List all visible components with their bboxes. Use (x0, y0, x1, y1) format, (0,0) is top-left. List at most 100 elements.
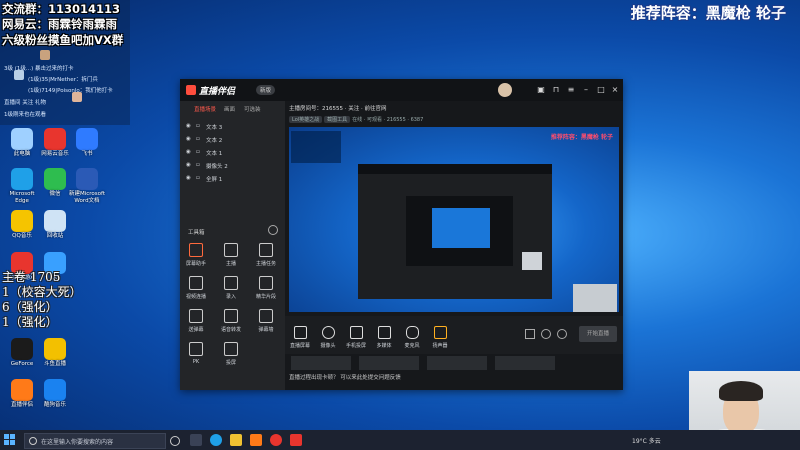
tool-highlights[interactable]: 精华片段 (253, 276, 279, 300)
file-explorer-icon[interactable] (230, 434, 242, 446)
live-companion-window[interactable]: 直播伴侣 新版 ▣ ⊓ ≡ – □ × 直播场景 画面 可选装 ◉ ▫ 文本 3 ◉… (180, 79, 623, 390)
lock-icon[interactable]: ▫ (196, 123, 200, 129)
app-icon (11, 168, 33, 190)
netease-game-taskbar-icon[interactable] (290, 434, 302, 446)
weather-status[interactable]: 19°C 多云 (632, 436, 661, 445)
desktop-icon[interactable]: 酷狗音乐 (36, 379, 74, 409)
app-icon (11, 210, 33, 232)
desktop-icon[interactable]: 飞书 (68, 128, 106, 158)
webcam-hair (719, 381, 763, 401)
eye-icon[interactable]: ◉ (186, 175, 191, 181)
screen-capture-button[interactable]: 直播屏幕 (285, 326, 315, 349)
user-avatar[interactable] (498, 83, 512, 97)
lock-icon[interactable]: ⊓ (551, 85, 561, 95)
avatar (14, 70, 24, 80)
app-icon (11, 379, 33, 401)
nested-webcam (522, 252, 542, 270)
side-line: 主卷 1705 (2, 270, 61, 284)
feedback-notice[interactable]: 直播过程出现卡顿？ 可以来此处提交问题反馈 (289, 373, 401, 381)
eye-icon[interactable]: ◉ (186, 149, 191, 155)
tab-scenes[interactable]: 直播场景 (194, 105, 216, 113)
edge-icon[interactable] (210, 434, 222, 446)
tool-screen-assistant[interactable]: 屏幕助手 (183, 243, 209, 267)
desktop-icon[interactable]: 斗鱼直播 (36, 338, 74, 368)
cortana-icon[interactable] (170, 436, 180, 446)
app-icon (76, 128, 98, 150)
lock-icon[interactable]: ▫ (196, 136, 200, 142)
eye-icon[interactable]: ◉ (186, 136, 191, 142)
window-titlebar[interactable]: 直播伴侣 新版 ▣ ⊓ ≡ – □ × (180, 79, 623, 101)
tool-record[interactable]: 录入 (218, 276, 244, 300)
desktop-icon[interactable]: 回收站 (36, 210, 74, 240)
tool-danmaku[interactable]: 送弹幕 (183, 309, 209, 333)
start-live-button[interactable]: 开始直播 (579, 326, 617, 342)
eye-icon[interactable]: ◉ (186, 123, 191, 129)
chat-message: 直播间 关注 礼物 (4, 100, 46, 106)
lock-icon[interactable]: ▫ (196, 162, 200, 168)
thumbnail-strip (291, 356, 351, 370)
tool-pk[interactable]: PK (183, 342, 209, 365)
thumbnail-strip (495, 356, 555, 370)
desktop-icon[interactable]: 新建Microsoft Word文档 (68, 168, 106, 205)
side-overlay-text: 主卷 1705 1（校容大死） 6（强化） 1（强化） (2, 270, 82, 330)
speaker-button[interactable]: 扬声器 (425, 326, 455, 349)
scene-item[interactable]: ◉ ▫ 文本 1 (184, 147, 279, 158)
minimize-icon[interactable]: – (581, 85, 591, 95)
version-badge: 新版 (256, 85, 276, 95)
search-placeholder: 在这里输入你要搜索的内容 (41, 439, 114, 446)
category-tag[interactable]: Lol英雄之战 (289, 116, 323, 123)
side-line: 6（强化） (2, 300, 58, 314)
video-icon (189, 276, 203, 290)
netease-music-taskbar-icon[interactable] (270, 434, 282, 446)
stream-preview[interactable]: 推荐阵容：黑魔枪 轮子 (289, 127, 619, 312)
lock-icon[interactable]: ▫ (196, 175, 200, 181)
taskbar: 在这里输入你要搜索的内容 19°C 多云 (0, 430, 800, 450)
scene-item[interactable]: ◉ ▫ 摄像头 2 (184, 160, 279, 171)
tool-danmaku-wall[interactable]: 弹幕墙 (253, 309, 279, 333)
microphone-button[interactable]: 麦克风 (397, 326, 427, 349)
fan-group-text: 六级粉丝摸鱼吧加VX群 (2, 33, 124, 47)
settings-icon[interactable] (268, 225, 278, 235)
gift-icon[interactable]: ▣ (536, 85, 546, 95)
maximize-icon[interactable]: □ (596, 85, 606, 95)
timer-icon[interactable] (541, 329, 551, 339)
app-icon (44, 128, 66, 150)
app-icon (44, 210, 66, 232)
scene-item[interactable]: ◉ ▫ 文本 3 (184, 121, 279, 132)
scene-item[interactable]: ◉ ▫ 文本 2 (184, 134, 279, 145)
phone-cast-button[interactable]: 手机投屏 (341, 326, 371, 349)
app-logo: 直播伴侣 (186, 84, 235, 97)
camera-button[interactable]: 摄像头 (313, 326, 343, 349)
tool-anchor[interactable]: 主播 (218, 243, 244, 267)
close-icon[interactable]: × (610, 85, 620, 95)
eye-icon[interactable]: ◉ (186, 162, 191, 168)
tab-optional[interactable]: 可选装 (244, 105, 261, 113)
live-main-area: 主播房间号：216555 · 关注 · 前往官网 Lol英雄之战 截图工具 在线 ·… (285, 101, 623, 390)
media-button[interactable]: 多媒体 (369, 326, 399, 349)
taskbar-search-input[interactable]: 在这里输入你要搜索的内容 (24, 433, 166, 449)
tool-cast[interactable]: 投屏 (218, 342, 244, 366)
live-companion-taskbar-icon[interactable] (250, 434, 262, 446)
camera-icon (321, 326, 335, 339)
tool-tasks[interactable]: 主播任务 (253, 243, 279, 267)
avatar (40, 50, 50, 60)
download-icon (224, 276, 238, 290)
record-icon[interactable] (525, 329, 535, 339)
tool-video[interactable]: 视频连播 (183, 276, 209, 300)
chat-message: 1级刚来也在观看 (4, 112, 46, 118)
menu-icon[interactable]: ≡ (566, 85, 576, 95)
lock-icon[interactable]: ▫ (196, 149, 200, 155)
settings-icon[interactable] (557, 329, 567, 339)
windows-start-icon[interactable] (4, 434, 16, 446)
tab-canvas[interactable]: 画面 (224, 105, 235, 113)
preview-caption: 推荐阵容：黑魔枪 轮子 (550, 134, 613, 141)
recommended-lineup-caption: 推荐阵容：黑魔枪 轮子 (630, 4, 786, 22)
stream-info-overlay: 交流群：113014113 网易云：雨霖铃雨霖雨 六级粉丝摸鱼吧加VX群 3级 … (0, 0, 130, 125)
task-view-icon[interactable] (190, 434, 202, 446)
desktop-icon-label: 飞书 (81, 151, 93, 157)
clip-icon (259, 276, 273, 290)
tool-voice[interactable]: 语音转发 (218, 309, 244, 333)
microphone-icon (405, 326, 419, 339)
scene-item[interactable]: ◉ ▫ 全屏 1 (184, 173, 279, 184)
category-tag[interactable]: 截图工具 (324, 116, 351, 123)
